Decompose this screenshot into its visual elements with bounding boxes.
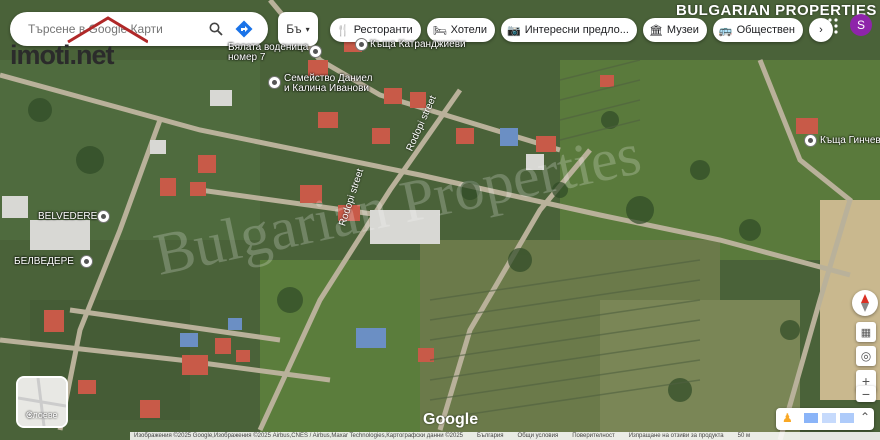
place-label[interactable]: Бялата воденица номер 7 [228, 43, 308, 63]
country-link[interactable]: България [477, 433, 504, 439]
crosshair-icon: ◎ [860, 349, 872, 363]
place-pin-icon[interactable] [97, 210, 110, 223]
privacy-link[interactable]: Поверителност [572, 433, 615, 439]
feedback-link[interactable]: Изпращане на отзиви за продукта [629, 433, 724, 439]
search-icon[interactable] [204, 17, 228, 41]
account-avatar[interactable]: S [850, 14, 872, 36]
place-label[interactable]: Семейство Даниел и Калина Иванови [284, 74, 372, 94]
compass-button[interactable] [852, 290, 878, 316]
pegman-icon[interactable]: ♟ [782, 411, 793, 425]
map-footer: Изображения ©2025 Google,Изображения ©20… [130, 432, 880, 440]
chip-label: Обществен [736, 24, 795, 36]
minus-icon: − [861, 386, 871, 402]
chip-museums[interactable]: 🏛 Музеи [642, 18, 707, 42]
chip-attractions[interactable]: 📷 Интересни предло... [501, 18, 637, 42]
layers-toggle[interactable]: ◈ Слоеве [16, 376, 68, 428]
map-type-button[interactable]: Бъ ▾ [278, 12, 318, 46]
map-type-label: Бъ [286, 22, 302, 36]
museum-icon: 🏛 [648, 24, 663, 37]
place-label[interactable]: Къща Гинчев [820, 136, 880, 146]
my-location-button[interactable]: ◎ [856, 346, 876, 366]
fork-knife-icon: 🍴 [336, 24, 350, 37]
expand-up-icon[interactable]: ⌃ [860, 410, 870, 424]
chip-transit[interactable]: 🚌 Обществен [712, 18, 803, 42]
directions-icon[interactable] [232, 17, 256, 41]
place-pin-icon[interactable] [804, 134, 817, 147]
place-label[interactable]: BELVEDERE [38, 212, 97, 222]
place-label[interactable]: БЕЛВЕДЕРЕ [14, 257, 74, 267]
imagery-thumbnail-icon[interactable] [804, 413, 818, 423]
grid-icon: ▦ [860, 326, 872, 339]
google-logo: Google [423, 411, 479, 428]
imoti-logo: imoti.net [10, 40, 114, 70]
brand-watermark: BULGARIAN PROPERTIES [676, 2, 877, 19]
zoom-out-button[interactable]: − [856, 386, 876, 402]
camera-icon: 📷 [507, 24, 521, 37]
bottom-controls: ♟ ⌃ [776, 408, 874, 430]
place-pin-icon[interactable] [80, 255, 93, 268]
tilt-button[interactable]: ▦ [856, 322, 876, 342]
bed-icon: 🛏 [432, 24, 447, 37]
place-label[interactable]: Къща Катранджиеви [370, 40, 466, 50]
imagery-thumbnail-icon[interactable] [822, 413, 836, 423]
chip-label: Интересни предло... [524, 24, 629, 36]
satellite-map[interactable] [0, 0, 880, 440]
scale-bar[interactable]: 50 м [738, 433, 750, 439]
chip-label: Хотели [450, 24, 487, 36]
chevron-down-icon: ▾ [305, 24, 310, 34]
place-pin-icon[interactable] [268, 76, 281, 89]
chip-label: Музеи [666, 24, 699, 36]
terms-link[interactable]: Общи условия [518, 433, 559, 439]
bus-icon: 🚌 [718, 24, 733, 37]
attribution-text: Изображения ©2025 Google,Изображения ©20… [134, 433, 463, 439]
imagery-thumbnail-icon[interactable] [840, 413, 854, 423]
chip-label: Ресторанти [353, 24, 413, 36]
place-pin-icon[interactable] [309, 45, 322, 58]
place-pin-icon[interactable] [355, 38, 368, 51]
apps-grid-icon[interactable] [822, 18, 838, 34]
